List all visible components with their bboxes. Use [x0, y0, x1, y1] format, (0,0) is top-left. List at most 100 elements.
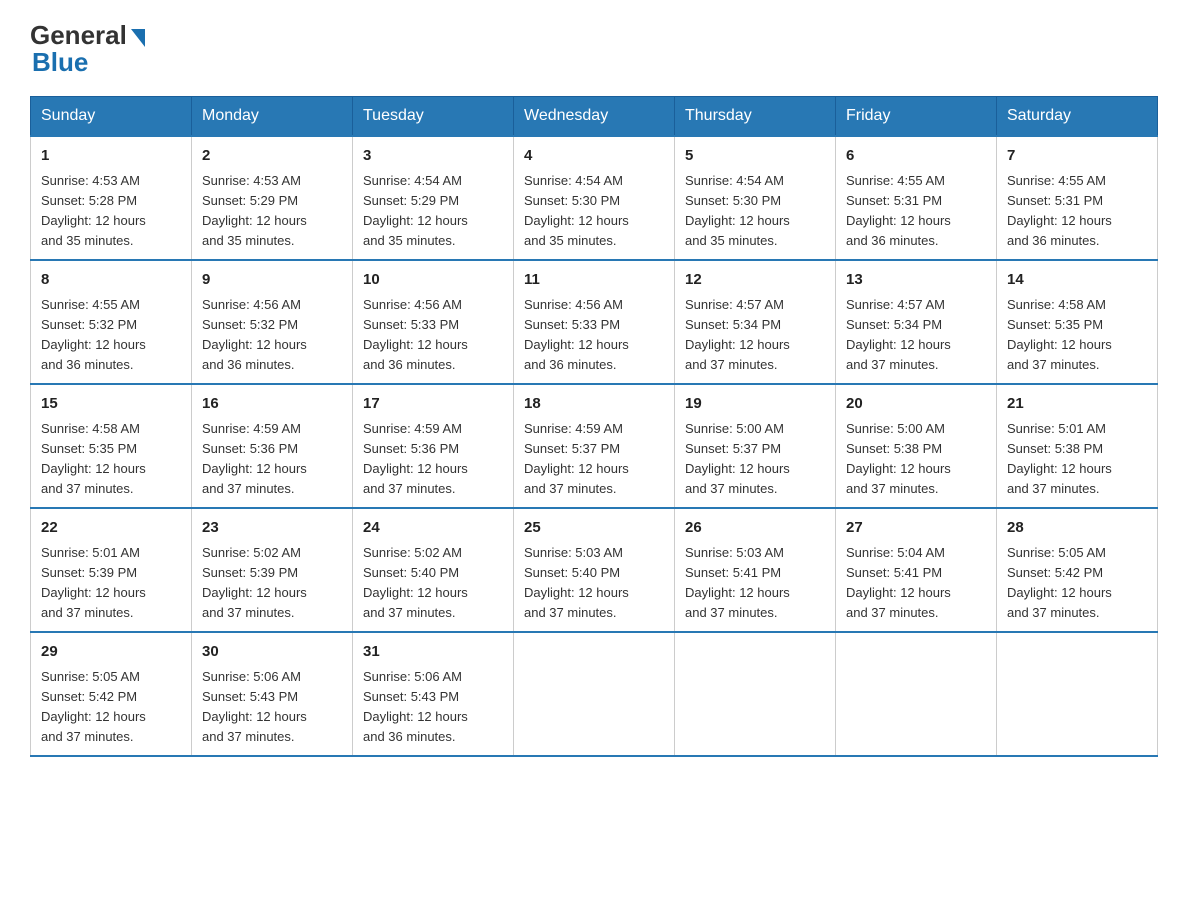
day-number: 23 — [202, 517, 342, 540]
calendar-cell: 20 Sunrise: 5:00 AMSunset: 5:38 PMDaylig… — [836, 384, 997, 508]
calendar-cell: 6 Sunrise: 4:55 AMSunset: 5:31 PMDayligh… — [836, 136, 997, 260]
day-info: Sunrise: 4:56 AMSunset: 5:33 PMDaylight:… — [524, 295, 664, 376]
calendar-cell: 17 Sunrise: 4:59 AMSunset: 5:36 PMDaylig… — [353, 384, 514, 508]
logo-arrow-icon — [131, 29, 145, 47]
day-info: Sunrise: 5:03 AMSunset: 5:41 PMDaylight:… — [685, 543, 825, 624]
weekday-header-wednesday: Wednesday — [514, 97, 675, 137]
calendar-cell: 31 Sunrise: 5:06 AMSunset: 5:43 PMDaylig… — [353, 632, 514, 756]
weekday-header-thursday: Thursday — [675, 97, 836, 137]
day-info: Sunrise: 4:55 AMSunset: 5:32 PMDaylight:… — [41, 295, 181, 376]
calendar-cell: 14 Sunrise: 4:58 AMSunset: 5:35 PMDaylig… — [997, 260, 1158, 384]
week-row-1: 1 Sunrise: 4:53 AMSunset: 5:28 PMDayligh… — [31, 136, 1158, 260]
day-number: 16 — [202, 393, 342, 416]
calendar-cell: 2 Sunrise: 4:53 AMSunset: 5:29 PMDayligh… — [192, 136, 353, 260]
day-info: Sunrise: 4:59 AMSunset: 5:37 PMDaylight:… — [524, 419, 664, 500]
day-number: 9 — [202, 269, 342, 292]
day-number: 7 — [1007, 145, 1147, 168]
calendar-cell: 27 Sunrise: 5:04 AMSunset: 5:41 PMDaylig… — [836, 508, 997, 632]
calendar-cell: 8 Sunrise: 4:55 AMSunset: 5:32 PMDayligh… — [31, 260, 192, 384]
calendar-cell: 12 Sunrise: 4:57 AMSunset: 5:34 PMDaylig… — [675, 260, 836, 384]
calendar-cell: 30 Sunrise: 5:06 AMSunset: 5:43 PMDaylig… — [192, 632, 353, 756]
day-number: 5 — [685, 145, 825, 168]
logo-blue-text: Blue — [32, 47, 88, 78]
weekday-header-friday: Friday — [836, 97, 997, 137]
day-info: Sunrise: 5:05 AMSunset: 5:42 PMDaylight:… — [1007, 543, 1147, 624]
calendar-cell: 13 Sunrise: 4:57 AMSunset: 5:34 PMDaylig… — [836, 260, 997, 384]
day-info: Sunrise: 4:55 AMSunset: 5:31 PMDaylight:… — [1007, 171, 1147, 252]
day-info: Sunrise: 4:57 AMSunset: 5:34 PMDaylight:… — [685, 295, 825, 376]
day-info: Sunrise: 4:53 AMSunset: 5:28 PMDaylight:… — [41, 171, 181, 252]
day-number: 24 — [363, 517, 503, 540]
calendar-cell: 9 Sunrise: 4:56 AMSunset: 5:32 PMDayligh… — [192, 260, 353, 384]
day-info: Sunrise: 4:53 AMSunset: 5:29 PMDaylight:… — [202, 171, 342, 252]
calendar-cell: 26 Sunrise: 5:03 AMSunset: 5:41 PMDaylig… — [675, 508, 836, 632]
day-info: Sunrise: 5:06 AMSunset: 5:43 PMDaylight:… — [202, 667, 342, 748]
week-row-5: 29 Sunrise: 5:05 AMSunset: 5:42 PMDaylig… — [31, 632, 1158, 756]
calendar-table: SundayMondayTuesdayWednesdayThursdayFrid… — [30, 96, 1158, 757]
day-number: 20 — [846, 393, 986, 416]
day-info: Sunrise: 4:58 AMSunset: 5:35 PMDaylight:… — [1007, 295, 1147, 376]
day-info: Sunrise: 5:01 AMSunset: 5:39 PMDaylight:… — [41, 543, 181, 624]
week-row-4: 22 Sunrise: 5:01 AMSunset: 5:39 PMDaylig… — [31, 508, 1158, 632]
calendar-cell — [836, 632, 997, 756]
day-number: 3 — [363, 145, 503, 168]
day-info: Sunrise: 5:02 AMSunset: 5:39 PMDaylight:… — [202, 543, 342, 624]
weekday-header-monday: Monday — [192, 97, 353, 137]
day-number: 25 — [524, 517, 664, 540]
day-info: Sunrise: 4:54 AMSunset: 5:30 PMDaylight:… — [685, 171, 825, 252]
day-info: Sunrise: 4:57 AMSunset: 5:34 PMDaylight:… — [846, 295, 986, 376]
day-info: Sunrise: 5:05 AMSunset: 5:42 PMDaylight:… — [41, 667, 181, 748]
calendar-cell — [997, 632, 1158, 756]
day-info: Sunrise: 4:54 AMSunset: 5:29 PMDaylight:… — [363, 171, 503, 252]
calendar-cell: 19 Sunrise: 5:00 AMSunset: 5:37 PMDaylig… — [675, 384, 836, 508]
calendar-cell: 24 Sunrise: 5:02 AMSunset: 5:40 PMDaylig… — [353, 508, 514, 632]
calendar-cell: 7 Sunrise: 4:55 AMSunset: 5:31 PMDayligh… — [997, 136, 1158, 260]
calendar-cell: 15 Sunrise: 4:58 AMSunset: 5:35 PMDaylig… — [31, 384, 192, 508]
calendar-cell: 1 Sunrise: 4:53 AMSunset: 5:28 PMDayligh… — [31, 136, 192, 260]
day-number: 19 — [685, 393, 825, 416]
calendar-cell: 18 Sunrise: 4:59 AMSunset: 5:37 PMDaylig… — [514, 384, 675, 508]
day-info: Sunrise: 5:06 AMSunset: 5:43 PMDaylight:… — [363, 667, 503, 748]
calendar-cell: 21 Sunrise: 5:01 AMSunset: 5:38 PMDaylig… — [997, 384, 1158, 508]
calendar-cell: 10 Sunrise: 4:56 AMSunset: 5:33 PMDaylig… — [353, 260, 514, 384]
day-info: Sunrise: 4:59 AMSunset: 5:36 PMDaylight:… — [363, 419, 503, 500]
day-number: 29 — [41, 641, 181, 664]
day-info: Sunrise: 5:03 AMSunset: 5:40 PMDaylight:… — [524, 543, 664, 624]
day-number: 22 — [41, 517, 181, 540]
page-header: General Blue — [30, 20, 1158, 78]
weekday-header-row: SundayMondayTuesdayWednesdayThursdayFrid… — [31, 97, 1158, 137]
day-number: 2 — [202, 145, 342, 168]
day-number: 13 — [846, 269, 986, 292]
calendar-cell: 23 Sunrise: 5:02 AMSunset: 5:39 PMDaylig… — [192, 508, 353, 632]
day-number: 27 — [846, 517, 986, 540]
day-number: 11 — [524, 269, 664, 292]
calendar-cell: 11 Sunrise: 4:56 AMSunset: 5:33 PMDaylig… — [514, 260, 675, 384]
day-info: Sunrise: 4:55 AMSunset: 5:31 PMDaylight:… — [846, 171, 986, 252]
weekday-header-tuesday: Tuesday — [353, 97, 514, 137]
day-number: 15 — [41, 393, 181, 416]
day-info: Sunrise: 5:02 AMSunset: 5:40 PMDaylight:… — [363, 543, 503, 624]
day-info: Sunrise: 5:00 AMSunset: 5:37 PMDaylight:… — [685, 419, 825, 500]
calendar-cell: 28 Sunrise: 5:05 AMSunset: 5:42 PMDaylig… — [997, 508, 1158, 632]
day-number: 10 — [363, 269, 503, 292]
calendar-cell — [514, 632, 675, 756]
day-number: 30 — [202, 641, 342, 664]
day-number: 14 — [1007, 269, 1147, 292]
weekday-header-saturday: Saturday — [997, 97, 1158, 137]
day-number: 21 — [1007, 393, 1147, 416]
week-row-3: 15 Sunrise: 4:58 AMSunset: 5:35 PMDaylig… — [31, 384, 1158, 508]
day-info: Sunrise: 4:54 AMSunset: 5:30 PMDaylight:… — [524, 171, 664, 252]
weekday-header-sunday: Sunday — [31, 97, 192, 137]
day-info: Sunrise: 4:56 AMSunset: 5:33 PMDaylight:… — [363, 295, 503, 376]
calendar-cell: 4 Sunrise: 4:54 AMSunset: 5:30 PMDayligh… — [514, 136, 675, 260]
calendar-cell — [675, 632, 836, 756]
calendar-cell: 22 Sunrise: 5:01 AMSunset: 5:39 PMDaylig… — [31, 508, 192, 632]
day-number: 28 — [1007, 517, 1147, 540]
day-info: Sunrise: 5:01 AMSunset: 5:38 PMDaylight:… — [1007, 419, 1147, 500]
day-number: 31 — [363, 641, 503, 664]
day-info: Sunrise: 4:59 AMSunset: 5:36 PMDaylight:… — [202, 419, 342, 500]
calendar-cell: 16 Sunrise: 4:59 AMSunset: 5:36 PMDaylig… — [192, 384, 353, 508]
logo: General Blue — [30, 20, 145, 78]
day-number: 4 — [524, 145, 664, 168]
calendar-cell: 5 Sunrise: 4:54 AMSunset: 5:30 PMDayligh… — [675, 136, 836, 260]
